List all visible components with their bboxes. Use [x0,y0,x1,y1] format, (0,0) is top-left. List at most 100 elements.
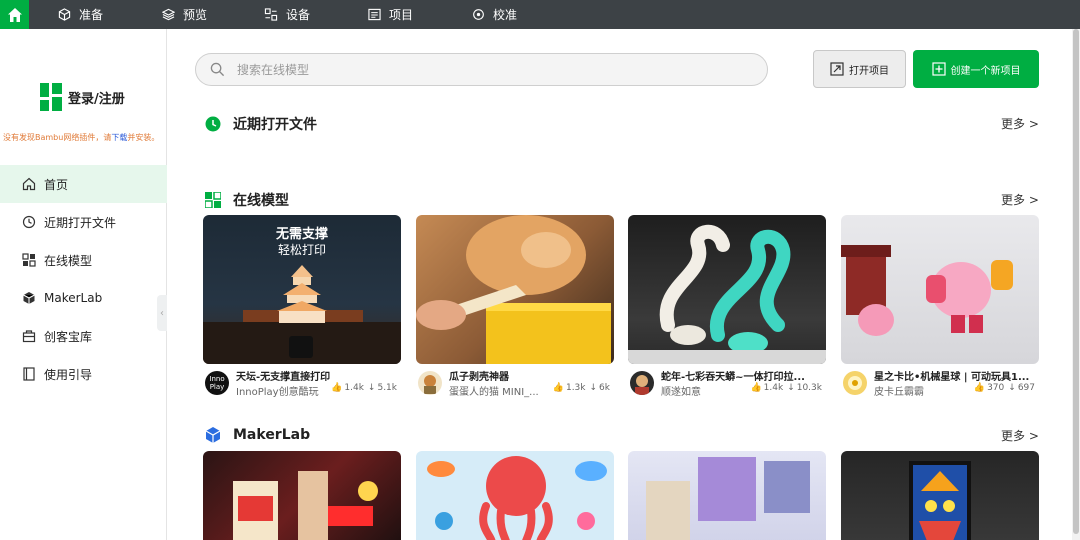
sidebar-item-label: 创客宝库 [44,329,93,344]
downloads-count: 5.1k [377,383,397,393]
downloads-count: 10.3k [796,383,822,393]
cat-mosaic-image [909,461,971,540]
tab-project[interactable]: 项目 [368,0,413,29]
sidebar-item-home[interactable]: 首页 [0,165,167,203]
sidebar-item-makerlab[interactable]: MakerLab [0,279,167,317]
clock-icon [22,215,36,229]
scrollbar-thumb[interactable] [1073,29,1079,534]
login-label: 登录/注册 [68,91,125,107]
section-recent-title: 近期打开文件 [205,114,317,134]
author-avatar [418,371,442,395]
avatar-image [848,376,862,390]
model-card[interactable]: 无需支撑 轻松打印 Inno Play 天坛-无支撑直接打印 InnoPlay创… [203,215,401,402]
sidebar-item-recent[interactable]: 近期打开文件 [0,203,167,241]
makerlab-card[interactable] [628,451,826,540]
new-project-label: 创建一个新项目 [950,65,1021,77]
downloads-count: 697 [1017,383,1035,393]
tab-label: 准备 [79,8,104,22]
warning-text-suffix: 并安装。 [127,133,160,142]
tab-prepare[interactable]: 准备 [58,0,103,29]
makerlab-icon [23,292,35,304]
model-info: 蛇年-七彩吞天蟒~一体打印拉... 顺遂如意 👍 1.4k ↓ 10.3k [628,368,826,402]
vertical-scrollbar[interactable] [1072,29,1080,540]
download-link[interactable]: 下载 [111,133,127,142]
section-online-title: 在线模型 [205,190,289,210]
open-file-icon [830,62,844,76]
device-icon [264,8,278,21]
login-button[interactable]: 登录/注册 [40,83,125,111]
download-icon: ↓ [367,383,376,393]
sidebar-item-label: MakerLab [44,291,103,305]
download-icon: ↓ [787,383,795,393]
makerlab-card[interactable] [841,451,1039,540]
makerlab-more-link[interactable]: 更多 > [1001,427,1039,444]
makerlab-icon [205,427,221,443]
model-title: 蛇年-七彩吞天蟒~一体打印拉... [661,372,805,383]
recent-more-link[interactable]: 更多 > [1001,115,1039,132]
cat-model-image [416,215,611,364]
likes-count: 1.4k [763,383,784,393]
author-avatar: Inno Play [205,371,229,395]
new-project-button[interactable]: 创建一个新项目 [913,50,1039,88]
layers-icon [162,8,175,21]
model-card[interactable]: 蛇年-七彩吞天蟒~一体打印拉... 顺遂如意 👍 1.4k ↓ 10.3k [628,215,826,402]
pop-art-image [233,471,378,540]
calibrate-icon [473,9,484,20]
project-icon [368,8,381,21]
tab-label: 设备 [286,8,311,22]
model-info: 瓜子剥壳神器 蛋蛋人的猫 MINI_... 👍 1.3k ↓ 6k [416,368,614,402]
cube-icon [58,8,71,21]
section-title-text: 近期打开文件 [233,117,317,133]
tab-calibrate[interactable]: 校准 [472,0,517,29]
search-bar[interactable] [195,53,768,86]
sidebar-item-guide[interactable]: 使用引导 [0,355,167,393]
top-bar: 准备 预览 设备 项目 校准 [0,0,1080,29]
author-avatar [630,371,654,395]
likes-count: 1.3k [565,383,586,393]
likes-count: 1.4k [344,383,364,393]
new-project-icon [931,62,946,76]
sidebar-item-online-models[interactable]: 在线模型 [0,241,167,279]
home-button[interactable] [0,0,29,29]
sidebar-item-label: 首页 [44,177,69,192]
plugin-warning: 没有发现Bambu网络插件，请下载并安装。 [3,131,166,145]
likes-count: 370 [987,383,1005,393]
model-thumbnail [841,215,1039,364]
search-input[interactable] [237,62,717,77]
tab-preview[interactable]: 预览 [162,0,207,29]
online-more-link[interactable]: 更多 > [1001,191,1039,208]
clock-icon [205,116,221,132]
model-card[interactable]: 星之卡比•机械星球 | 可动玩具1... 皮卡丘霸霸 👍 370 ↓ 697 [841,215,1039,402]
tab-device[interactable]: 设备 [264,0,310,29]
download-icon: ↓ [589,383,598,393]
model-author: 顺遂如意 [661,387,701,398]
section-makerlab-title: MakerLab [205,426,310,444]
open-project-button[interactable]: 打开项目 [813,50,906,88]
makerlab-card[interactable] [203,451,401,540]
tab-label: 校准 [493,8,518,22]
snake-model-image [628,224,826,364]
models-icon [205,192,221,208]
model-title: 天坛-无支撑直接打印 [236,372,331,383]
section-title-text: MakerLab [233,427,311,443]
model-card[interactable]: 瓜子剥壳神器 蛋蛋人的猫 MINI_... 👍 1.3k ↓ 6k [416,215,614,402]
kirby-model-image [841,245,1013,336]
bambu-logo-icon [40,83,62,111]
model-thumbnail [628,215,826,364]
thumbs-up-icon: 👍 [331,383,343,393]
guide-icon [23,367,35,381]
octopus-stickers-image [427,456,607,540]
sidebar-item-treasure[interactable]: 创客宝库 [0,317,167,355]
model-thumbnail [416,215,614,364]
chevron-left-icon: ‹ [160,307,164,319]
sidebar-collapse-handle[interactable]: ‹ [157,295,167,331]
relief-frames-image [646,457,810,540]
temple-model-image [203,265,401,364]
section-title-text: 在线模型 [233,193,289,209]
search-icon [210,62,225,77]
sidebar-item-label: 在线模型 [44,253,93,268]
model-stats: 👍 1.4k ↓ 10.3k [746,383,822,393]
models-icon [22,253,36,267]
makerlab-card[interactable] [416,451,614,540]
avatar-text: Inno Play [209,375,225,391]
